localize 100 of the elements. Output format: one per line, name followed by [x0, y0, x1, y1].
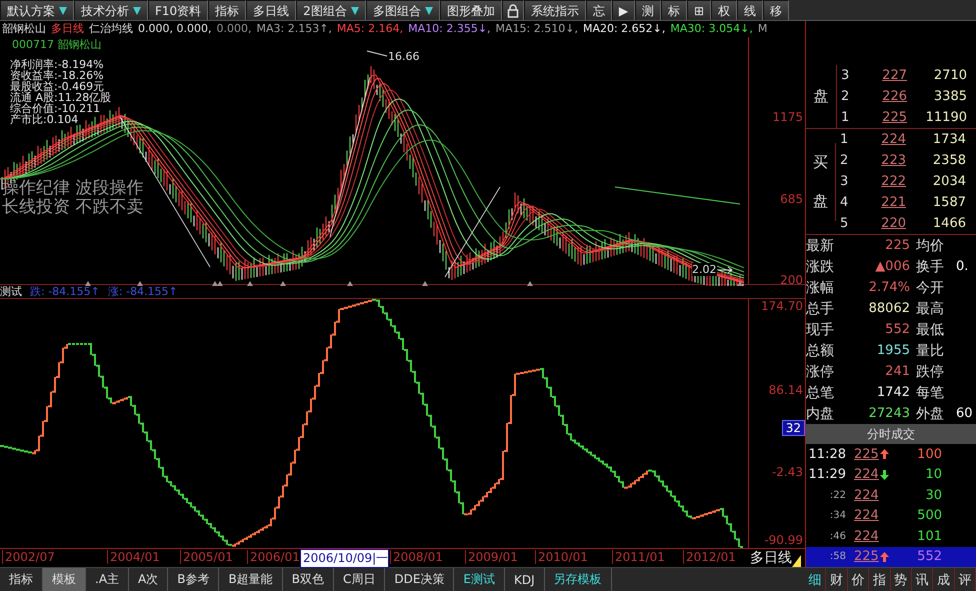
indicator-value: 仁治均线 [89, 21, 133, 36]
toolbar-button[interactable]: 标 [661, 0, 688, 20]
stat-value: 0. [956, 259, 968, 274]
indicator-value: MA15: 2.510↓, [496, 22, 578, 36]
toolbar-button[interactable]: 指标 [208, 0, 246, 20]
toolbar-button[interactable]: 测 [635, 0, 662, 20]
trade-row[interactable]: :46 224 101 [806, 526, 976, 546]
lock-icon [506, 4, 519, 18]
indicator-reading: 涨: -84.155↑ [108, 284, 178, 300]
last-price-label: 2.02 [692, 262, 716, 276]
toolbar-button[interactable]: ▶ [612, 0, 636, 20]
stat-label: 涨停 [806, 362, 835, 380]
order-level: 3 [839, 174, 850, 189]
period-label: 多日线 [749, 549, 792, 567]
stat-label: 今开 [915, 278, 945, 296]
stat-value: 27243 [868, 406, 910, 421]
order-level: 4 [839, 195, 850, 210]
template-tab[interactable]: B参考 [168, 568, 220, 591]
indicator-value: MA10: 2.355↓, [408, 22, 491, 36]
toolbar-button[interactable]: 图形叠加 [440, 0, 502, 20]
template-tab[interactable]: B双色 [282, 568, 334, 591]
stat-value: 88062 [868, 301, 910, 316]
toolbar-button[interactable]: ⊞ [687, 0, 712, 20]
panel-tab[interactable]: 指 [869, 568, 890, 591]
indicator-value: MA3: 2.153↑, [256, 22, 332, 36]
trade-row[interactable]: :22 224 30 [806, 485, 976, 506]
stat-label: 最新 [806, 236, 835, 254]
lock-button[interactable] [502, 0, 524, 20]
template-tab[interactable]: 模板 [43, 568, 86, 591]
template-tab[interactable]: B超量能 [219, 568, 283, 591]
indicator-value: MA20: 2.652↓, [582, 22, 666, 36]
panel-tab[interactable]: 成 [933, 568, 955, 591]
template-tab[interactable]: KDJ [505, 568, 545, 591]
toolbar-button[interactable]: 线 [737, 0, 764, 20]
order-level: 1 [840, 110, 850, 125]
date-label: 2008/01 [390, 550, 443, 564]
panel-tab[interactable]: 评 [954, 568, 976, 591]
stat-label: 最低 [915, 320, 945, 338]
order-price: 223 [880, 153, 906, 168]
order-price: 221 [880, 195, 906, 210]
toolbar-button[interactable]: 多日线 [246, 0, 296, 20]
template-tab[interactable]: 另存模板 [544, 568, 612, 591]
stat-label: 内盘 [806, 404, 835, 422]
indicator-value: MA5: 2.164, [336, 22, 404, 36]
template-tab[interactable]: E测试 [454, 568, 505, 591]
axis-label: -90.99 [764, 533, 803, 548]
overlay-caption: 操作纪律 波段操作 [2, 178, 144, 198]
order-price: 226 [881, 89, 907, 104]
stat-label: 最高 [915, 300, 945, 318]
template-tab[interactable]: .A主 [86, 568, 130, 591]
order-level: 3 [840, 68, 850, 83]
leader-line [366, 48, 388, 57]
axis-label: -2.43 [772, 465, 803, 480]
toolbar-button[interactable]: 权 [711, 0, 738, 20]
fundamental-text: 产市比:0.104 [10, 114, 78, 125]
trade-row[interactable]: 11:28 225 100 [806, 444, 976, 464]
toolbar-button[interactable]: 技术分析 [74, 0, 148, 20]
toolbar-button[interactable]: 忘 [586, 0, 612, 20]
fundamental-text: 最股收益:-0.469元 [10, 80, 104, 92]
date-label: 2011/01 [612, 550, 665, 564]
order-level: 1 [839, 132, 850, 147]
stat-label: 总额 [806, 342, 835, 360]
trade-row[interactable]: 11:29 224 10 [806, 464, 976, 485]
panel-tab[interactable]: 价 [848, 568, 870, 591]
order-volume: 1734 [932, 132, 966, 147]
toolbar-button[interactable]: 2图组合 [296, 0, 366, 20]
panel-tab[interactable]: 财 [826, 568, 848, 591]
order-volume: 1466 [932, 216, 966, 231]
toolbar-button[interactable]: 移 [763, 0, 790, 20]
toolbar-button[interactable]: F10资料 [148, 0, 208, 20]
order-price: 227 [881, 68, 907, 83]
toolbar-button[interactable]: 系统指示 [524, 0, 586, 20]
panel-tab[interactable]: 讯 [912, 568, 934, 591]
toolbar-button[interactable]: 默认方案 [0, 0, 74, 20]
stat-label: 跌停 [915, 362, 945, 380]
stat-label: 总手 [806, 300, 835, 318]
indicator-value: 0.000, 0.000, [138, 22, 212, 36]
panel-tab[interactable]: 势 [890, 568, 912, 591]
date-label: 2006/10/09|一 [300, 549, 390, 568]
stat-value: 552 [884, 322, 910, 337]
indicator-value: M [758, 22, 768, 36]
order-volume: 11190 [924, 110, 967, 125]
toolbar-button[interactable]: 多图组合 [366, 0, 440, 20]
trade-row[interactable]: :58 225 552 [806, 546, 976, 567]
order-volume: 2034 [932, 174, 966, 189]
axis-label: 174.70 [761, 299, 803, 314]
date-label: 2009/01 [465, 550, 518, 564]
stat-label: 每笔 [915, 384, 945, 402]
stat-label: 总笔 [806, 384, 835, 402]
date-label: 2012/01 [683, 550, 736, 564]
axis-label: 685 [780, 192, 803, 206]
overlay-caption: 长线投资 不跌不卖 [2, 198, 144, 217]
panel-tab[interactable]: 细 [805, 568, 826, 591]
template-tab[interactable]: C周日 [334, 568, 386, 591]
trade-row[interactable]: :34 224 500 [806, 506, 976, 526]
template-tab[interactable]: DDE决策 [385, 568, 454, 591]
stat-label: 现手 [806, 320, 835, 338]
date-label: 2002/07 [2, 550, 55, 564]
template-tab[interactable]: A次 [129, 568, 168, 591]
indicator-value: 韶钢松山 [2, 21, 46, 36]
